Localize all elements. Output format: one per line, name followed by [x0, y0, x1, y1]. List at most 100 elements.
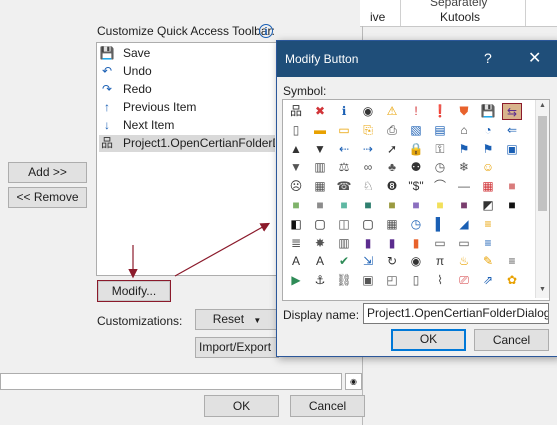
symbol-cell[interactable]: ⚑: [478, 141, 498, 158]
symbol-cell[interactable]: ▯: [406, 272, 426, 289]
symbol-cell[interactable]: ⛓: [334, 272, 354, 289]
symbol-cell[interactable]: ⚖: [334, 159, 354, 176]
qat-list-item[interactable]: 品 Project1.OpenCertianFolderD: [99, 135, 275, 152]
symbol-cell[interactable]: ▌: [430, 216, 450, 233]
symbol-cell[interactable]: π: [430, 253, 450, 270]
symbol-cell[interactable]: ▥: [310, 159, 330, 176]
symbol-cell[interactable]: ⇲: [358, 253, 378, 270]
info-icon[interactable]: i: [259, 24, 273, 38]
symbol-cell[interactable]: 品: [286, 103, 306, 120]
symbol-cell[interactable]: ⌒: [430, 178, 450, 195]
symbol-cell[interactable]: ▭: [430, 235, 450, 252]
symbol-cell[interactable]: ■: [334, 197, 354, 214]
symbol-cell[interactable]: ⎙: [382, 122, 402, 139]
dialog-cancel-button[interactable]: Cancel: [474, 329, 549, 351]
symbol-cell[interactable]: ▧: [406, 122, 426, 139]
scroll-thumb[interactable]: [538, 116, 547, 211]
symbol-cell[interactable]: ■: [502, 178, 522, 195]
symbol-cell[interactable]: ◰: [382, 272, 402, 289]
symbol-cell[interactable]: ✿: [502, 272, 522, 289]
qat-list-item[interactable]: ↶ Undo: [99, 63, 275, 80]
qat-list-item[interactable]: 💾 Save: [99, 45, 275, 62]
symbol-cell[interactable]: ◩: [478, 197, 498, 214]
symbol-cell[interactable]: ▭: [334, 122, 354, 139]
symbol-cell[interactable]: ■: [406, 197, 426, 214]
symbol-cell[interactable]: ◫: [334, 216, 354, 233]
qat-list-item[interactable]: ↷ Redo: [99, 81, 275, 98]
symbol-cell[interactable]: ▢: [310, 216, 330, 233]
symbol-cell[interactable]: ▦: [310, 178, 330, 195]
qat-list-item[interactable]: ↓ Next Item: [99, 117, 275, 134]
display-name-input[interactable]: Project1.OpenCertianFolderDialog: [363, 303, 549, 324]
symbol-cell[interactable]: ◉: [358, 103, 378, 120]
horizontal-scrollbar[interactable]: [0, 373, 342, 390]
symbol-cell[interactable]: ♣: [382, 159, 402, 176]
symbol-cell[interactable]: A: [286, 253, 306, 270]
modify-button[interactable]: Modify...: [97, 280, 171, 302]
symbol-cell[interactable]: ■: [358, 197, 378, 214]
symbol-cell[interactable]: ▦: [478, 178, 498, 195]
symbol-cell[interactable]: ▭: [454, 235, 474, 252]
symbol-cell[interactable]: ⚉: [406, 159, 426, 176]
add-button[interactable]: Add >>: [8, 162, 87, 183]
help-icon[interactable]: ?: [484, 50, 492, 66]
symbol-cell[interactable]: ≡: [478, 216, 498, 233]
symbol-cell[interactable]: ∞: [358, 159, 378, 176]
symbol-cell[interactable]: 🔒: [406, 141, 426, 158]
symbol-cell[interactable]: ▥: [334, 235, 354, 252]
symbol-cell[interactable]: !: [406, 103, 426, 120]
symbol-cell[interactable]: ≡: [502, 253, 522, 270]
symbol-cell[interactable]: ▮: [358, 235, 378, 252]
symbol-cell[interactable]: ⚓: [310, 272, 330, 289]
symbol-cell[interactable]: ▲: [286, 141, 306, 158]
symbol-cell[interactable]: [502, 216, 522, 233]
symbol-cell[interactable]: A: [310, 253, 330, 270]
symbol-cell[interactable]: ■: [310, 197, 330, 214]
symbol-cell[interactable]: ▣: [358, 272, 378, 289]
symbol-cell[interactable]: ➚: [382, 141, 402, 158]
dialog-ok-button[interactable]: OK: [391, 329, 466, 351]
symbol-cell[interactable]: ♨: [454, 253, 474, 270]
symbol-cell[interactable]: ⚑: [454, 141, 474, 158]
close-icon[interactable]: ✕: [528, 48, 541, 68]
symbol-cell[interactable]: ◷: [430, 159, 450, 176]
symbol-cell[interactable]: ☹: [286, 178, 306, 195]
symbol-cell[interactable]: ▼: [310, 141, 330, 158]
symbol-cell[interactable]: ⛊: [454, 103, 474, 120]
symbol-cell[interactable]: ⇢: [358, 141, 378, 158]
symbol-cell[interactable]: ■: [502, 197, 522, 214]
symbol-cell[interactable]: ▮: [406, 235, 426, 252]
symbol-cell[interactable]: ✸: [310, 235, 330, 252]
qat-list[interactable]: 💾 Save ↶ Undo ↷ Redo ↑ Previous Item ↓ Next Item 品…: [96, 42, 278, 276]
symbol-cell[interactable]: ◷: [406, 216, 426, 233]
symbol-cell[interactable]: ▤: [430, 122, 450, 139]
symbol-cell[interactable]: ◧: [286, 216, 306, 233]
symbol-cell[interactable]: ❽: [382, 178, 402, 195]
remove-button[interactable]: << Remove: [8, 187, 87, 208]
symbol-cell[interactable]: ℹ: [334, 103, 354, 120]
symbol-cell[interactable]: ⇐: [502, 122, 522, 139]
symbol-cell[interactable]: ⎘: [358, 122, 378, 139]
symbol-cell[interactable]: ■: [454, 197, 474, 214]
symbol-cell[interactable]: ⚠: [382, 103, 402, 120]
symbol-cell[interactable]: ≣: [286, 235, 306, 252]
symbol-cell[interactable]: ▢: [358, 216, 378, 233]
symbol-cell[interactable]: ✎: [478, 253, 498, 270]
ok-button[interactable]: OK: [204, 395, 279, 417]
symbol-cell[interactable]: ▯: [286, 122, 306, 139]
symbol-cell[interactable]: ▬: [310, 122, 330, 139]
symbol-cell[interactable]: ■: [286, 197, 306, 214]
symbol-cell[interactable]: ▣: [502, 141, 522, 158]
symbol-cell[interactable]: [502, 235, 522, 252]
scroll-down-icon[interactable]: ▼: [536, 286, 549, 293]
symbol-cell[interactable]: [502, 159, 522, 176]
symbol-cell[interactable]: ▮: [382, 235, 402, 252]
symbol-cell[interactable]: ❄: [454, 159, 474, 176]
cancel-button[interactable]: Cancel: [290, 395, 365, 417]
symbol-scrollbar[interactable]: ▲ ▼: [535, 100, 549, 298]
symbol-cell[interactable]: ■: [382, 197, 402, 214]
symbol-cell[interactable]: ◢: [454, 216, 474, 233]
symbol-cell[interactable]: ◉: [406, 253, 426, 270]
symbol-cell[interactable]: ⎚: [454, 272, 474, 289]
import-export-button[interactable]: Import/Export: [195, 337, 279, 358]
